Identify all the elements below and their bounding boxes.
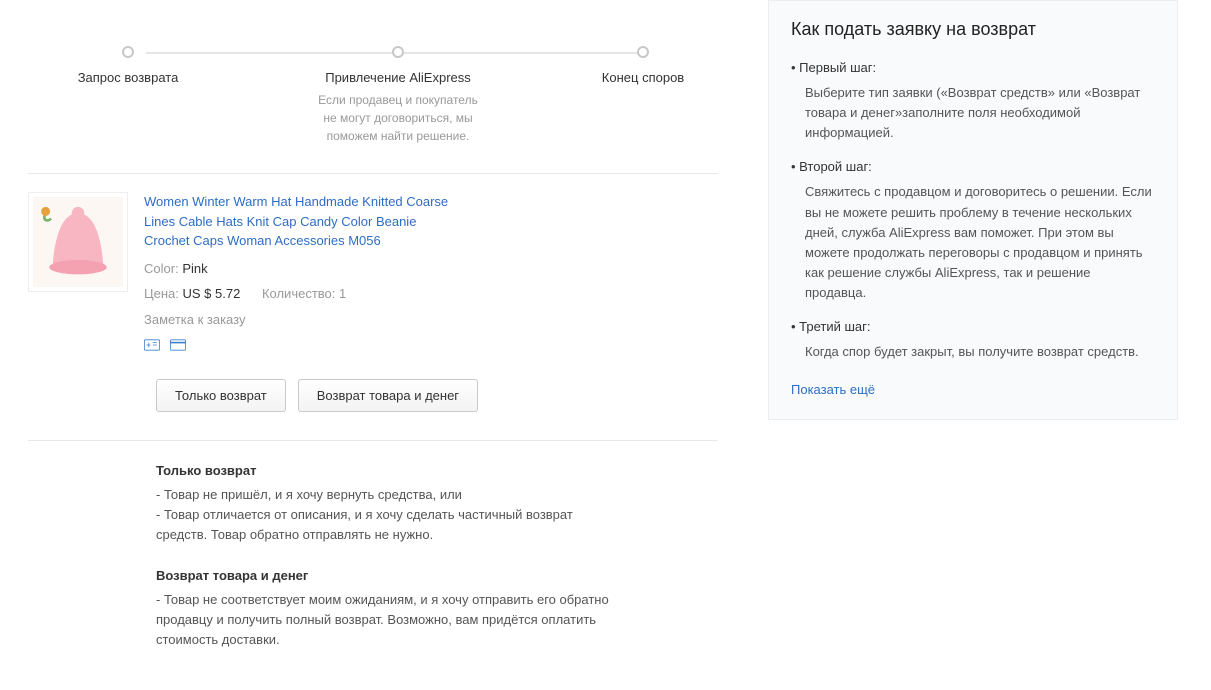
step-title: Конец споров <box>568 70 718 85</box>
quantity-value: 1 <box>339 286 346 301</box>
payment-card-icon <box>144 339 160 351</box>
show-more-link[interactable]: Показать ещё <box>791 382 875 397</box>
order-note: Заметка к заказу <box>144 310 464 330</box>
refund-only-button[interactable]: Только возврат <box>156 379 286 412</box>
refund-action-buttons: Только возврат Возврат товара и денег <box>156 379 718 412</box>
help-step-label: Первый шаг: <box>791 60 1155 75</box>
credit-card-icon <box>170 339 186 351</box>
refund-only-heading: Только возврат <box>156 461 626 481</box>
progress-step-2: Привлечение AliExpress Если продавец и п… <box>282 28 514 145</box>
progress-step-1: Запрос возврата <box>28 28 228 145</box>
help-step-label: Второй шаг: <box>791 159 1155 174</box>
help-panel: Как подать заявку на возврат Первый шаг:… <box>768 0 1178 420</box>
return-heading: Возврат товара и денег <box>156 566 626 586</box>
product-thumbnail[interactable] <box>28 192 128 292</box>
step-title: Запрос возврата <box>28 70 228 85</box>
step-title: Привлечение AliExpress <box>282 70 514 85</box>
color-label: Color: <box>144 261 179 276</box>
product-title-link[interactable]: Women Winter Warm Hat Handmade Knitted C… <box>144 192 464 251</box>
refund-progress: Запрос возврата Привлечение AliExpress Е… <box>28 28 718 145</box>
progress-step-3: Конец споров <box>568 28 718 145</box>
help-step-2: Второй шаг: Свяжитесь с продавцом и дого… <box>791 159 1155 303</box>
step-dot-icon <box>392 46 404 58</box>
help-step-body: Когда спор будет закрыт, вы получите воз… <box>805 342 1155 362</box>
step-dot-icon <box>122 46 134 58</box>
step-dot-icon <box>637 46 649 58</box>
step-description: Если продавец и покупатель не могут дого… <box>282 91 514 145</box>
price-value: US $ 5.72 <box>183 286 241 301</box>
help-panel-title: Как подать заявку на возврат <box>791 19 1155 40</box>
help-step-1: Первый шаг: Выберите тип заявки («Возвра… <box>791 60 1155 143</box>
return-and-money-button[interactable]: Возврат товара и денег <box>298 379 478 412</box>
refund-only-line1: - Товар не пришёл, и я хочу вернуть сред… <box>156 485 626 505</box>
price-label: Цена: <box>144 286 179 301</box>
color-value: Pink <box>182 261 207 276</box>
divider <box>28 173 718 174</box>
hat-image-icon <box>33 197 123 287</box>
refund-only-line2: - Товар отличается от описания, и я хочу… <box>156 505 626 545</box>
return-line1: - Товар не соответствует моим ожиданиям,… <box>156 590 626 650</box>
refund-explanation: Только возврат - Товар не пришёл, и я хо… <box>156 461 626 650</box>
product-row: Women Winter Warm Hat Handmade Knitted C… <box>28 192 718 351</box>
help-step-label: Третий шаг: <box>791 319 1155 334</box>
divider <box>28 440 718 441</box>
quantity-label: Количество: <box>262 286 335 301</box>
help-step-3: Третий шаг: Когда спор будет закрыт, вы … <box>791 319 1155 362</box>
help-step-body: Выберите тип заявки («Возврат средств» и… <box>805 83 1155 143</box>
main-column: Запрос возврата Привлечение AliExpress Е… <box>0 0 738 690</box>
help-step-body: Свяжитесь с продавцом и договоритесь о р… <box>805 182 1155 303</box>
